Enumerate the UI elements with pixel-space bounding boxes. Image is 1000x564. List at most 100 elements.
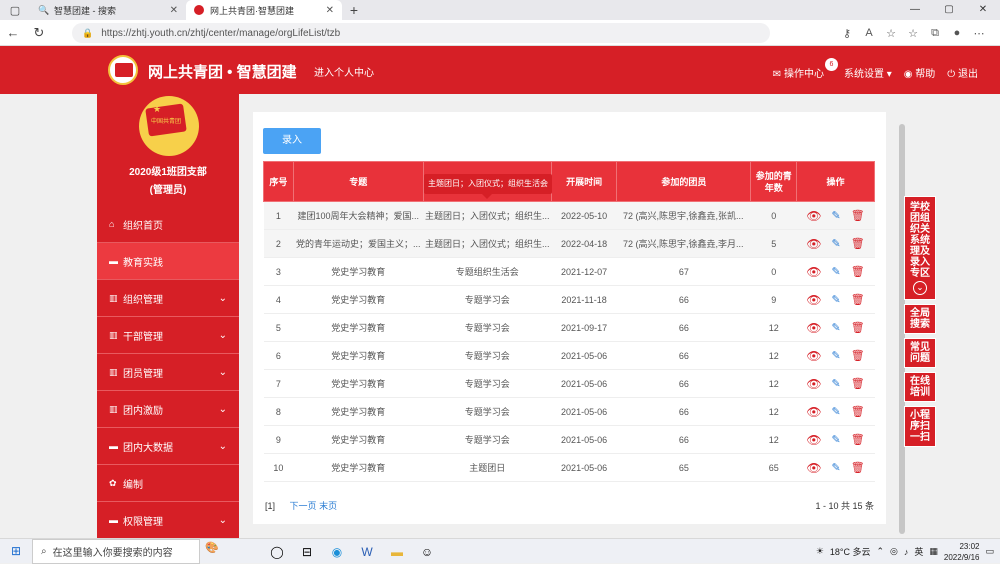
- delete-icon[interactable]: 🗑: [851, 237, 865, 251]
- help-link[interactable]: ◉ 帮助: [904, 65, 936, 80]
- taskbar-search-input[interactable]: ⌕ 在这里输入你要搜索的内容: [32, 538, 200, 564]
- clock[interactable]: 23:02 2022/9/16: [944, 541, 980, 563]
- ime-indicator[interactable]: 英: [914, 545, 923, 558]
- back-icon[interactable]: ←: [0, 25, 26, 40]
- key-icon[interactable]: ⚷: [836, 27, 858, 40]
- online-training-button[interactable]: 在线培训: [904, 372, 936, 402]
- view-icon[interactable]: 👁: [806, 377, 821, 391]
- task-view-icon[interactable]: ◯: [262, 545, 292, 559]
- close-icon[interactable]: ✕: [326, 5, 334, 16]
- weather-text[interactable]: 18°C 多云: [830, 545, 871, 558]
- sidebar-item-members[interactable]: ▥ 团员管理 ⌄: [97, 354, 239, 391]
- sidebar-item-permissions[interactable]: ▬ 权限管理 ⌄: [97, 502, 239, 539]
- ime-mode-icon[interactable]: ▦: [929, 546, 938, 557]
- read-aloud-icon[interactable]: A: [858, 27, 880, 39]
- personal-center-link[interactable]: 进入个人中心: [314, 64, 374, 79]
- row-actions: 👁 ✎ 🗑: [796, 369, 875, 398]
- system-settings-menu[interactable]: 系统设置 ▾: [844, 65, 892, 80]
- view-icon[interactable]: 👁: [806, 237, 821, 251]
- chevron-up-icon[interactable]: ⌃: [876, 546, 884, 557]
- network-icon[interactable]: ◎: [890, 546, 898, 557]
- edit-icon[interactable]: ✎: [832, 405, 841, 419]
- view-icon[interactable]: 👁: [806, 405, 821, 419]
- view-icon[interactable]: 👁: [806, 433, 821, 447]
- minimize-icon[interactable]: —: [898, 0, 932, 20]
- view-icon[interactable]: 👁: [806, 461, 821, 475]
- add-record-button[interactable]: 录入: [263, 128, 321, 154]
- school-org-zone-button[interactable]: 学校团组织关系统理及录入专区 ⌄: [904, 196, 936, 300]
- notification-icon[interactable]: ▭: [985, 546, 994, 557]
- view-icon[interactable]: 👁: [806, 349, 821, 363]
- delete-icon[interactable]: 🗑: [851, 265, 865, 279]
- edit-icon[interactable]: ✎: [832, 377, 841, 391]
- view-icon[interactable]: 👁: [806, 265, 821, 279]
- page-current[interactable]: [1]: [265, 501, 275, 511]
- delete-icon[interactable]: 🗑: [851, 209, 865, 223]
- delete-icon[interactable]: 🗑: [851, 377, 865, 391]
- delete-icon[interactable]: 🗑: [851, 461, 865, 475]
- delete-icon[interactable]: 🗑: [851, 349, 865, 363]
- settings-label: 系统设置: [843, 69, 884, 80]
- users-icon: ▥: [109, 366, 118, 377]
- maximize-icon[interactable]: ▢: [932, 0, 966, 20]
- sidebar-item-cadre[interactable]: ▥ 干部管理 ⌄: [97, 317, 239, 354]
- org-name-text: 2020级1班团支部: [129, 167, 207, 178]
- miniprogram-scan-button[interactable]: 小程序扫一扫: [904, 406, 936, 447]
- file-explorer-icon[interactable]: ▬: [382, 545, 412, 559]
- edit-icon[interactable]: ✎: [832, 349, 841, 363]
- windows-taskbar: ⊞ ⌕ 在这里输入你要搜索的内容 🎨 ◯ ⊟ ◉ W ▬ ☺ ☀ 18°C 多云…: [0, 538, 1000, 564]
- sidebar-item-org[interactable]: ▥ 组织管理 ⌄: [97, 280, 239, 317]
- edit-icon[interactable]: ✎: [832, 237, 841, 251]
- edit-icon[interactable]: ✎: [832, 321, 841, 335]
- edit-icon[interactable]: ✎: [832, 209, 841, 223]
- edit-icon[interactable]: ✎: [832, 265, 841, 279]
- edit-icon[interactable]: ✎: [832, 293, 841, 307]
- more-icon[interactable]: ⋯: [968, 27, 990, 40]
- collections-icon[interactable]: ☆: [902, 27, 924, 40]
- row-actions: 👁 ✎ 🗑: [796, 341, 875, 370]
- new-tab-button[interactable]: +: [342, 0, 366, 20]
- help-icon: ◉: [903, 69, 916, 80]
- edit-icon[interactable]: ✎: [832, 433, 841, 447]
- delete-icon[interactable]: 🗑: [851, 321, 865, 335]
- next-page-link[interactable]: 下一页: [290, 501, 317, 511]
- refresh-icon[interactable]: ↻: [26, 25, 52, 41]
- edit-icon[interactable]: ✎: [832, 461, 841, 475]
- app-avatar-icon[interactable]: ☺: [412, 545, 442, 559]
- word-icon[interactable]: W: [352, 545, 382, 559]
- ops-center-link[interactable]: ✉ 操作中心 6: [773, 58, 838, 80]
- volume-icon[interactable]: ♪: [904, 547, 909, 557]
- faq-button[interactable]: 常见问题: [904, 338, 936, 368]
- logout-link[interactable]: ⏻ 退出: [947, 65, 978, 80]
- browser-tab-zhtj[interactable]: 网上共青团·智慧团建 ✕: [186, 0, 342, 20]
- delete-icon[interactable]: 🗑: [851, 293, 865, 307]
- sidebar-item-staffing[interactable]: ✿ 编制: [97, 465, 239, 502]
- extensions-icon[interactable]: ⧉: [924, 27, 946, 40]
- chevron-down-icon: ⌄: [913, 281, 927, 295]
- sidebar-item-incentive[interactable]: ▥ 团内激励 ⌄: [97, 391, 239, 428]
- view-icon[interactable]: 👁: [806, 209, 821, 223]
- last-page-link[interactable]: 末页: [319, 501, 337, 511]
- sidebar-item-home[interactable]: ⌂ 组织首页: [97, 206, 239, 243]
- table-cell: 67: [616, 257, 751, 286]
- widgets-icon[interactable]: ⊟: [292, 545, 322, 559]
- sidebar-item-bigdata[interactable]: ▬ 团内大数据 ⌄: [97, 428, 239, 465]
- lock-icon: 🔒: [82, 27, 94, 38]
- view-icon[interactable]: 👁: [806, 321, 821, 335]
- delete-icon[interactable]: 🗑: [851, 405, 865, 419]
- tab-actions-icon[interactable]: ▢: [0, 0, 30, 20]
- close-window-icon[interactable]: ✕: [966, 0, 1000, 20]
- view-icon[interactable]: 👁: [806, 293, 821, 307]
- sidebar-item-education[interactable]: ▬ 教育实践: [97, 243, 239, 280]
- edge-icon[interactable]: ◉: [322, 545, 352, 559]
- close-icon[interactable]: ✕: [170, 5, 178, 16]
- delete-icon[interactable]: 🗑: [851, 433, 865, 447]
- table-cell: 1: [263, 201, 294, 230]
- global-search-button[interactable]: 全局搜索: [904, 304, 936, 334]
- profile-icon[interactable]: ●: [946, 27, 968, 39]
- sidebar: ★ 中国共青团 2020级1班团支部 (管理员) ⌂ 组织首页 ▬ 教育实践 ▥ 组织…: [97, 94, 239, 539]
- favorite-icon[interactable]: ☆: [880, 27, 902, 40]
- url-field[interactable]: 🔒 https://zhtj.youth.cn/zhtj/center/mana…: [72, 23, 770, 43]
- windows-start-icon[interactable]: ⊞: [0, 544, 32, 558]
- browser-tab-search[interactable]: 🔍 智慧团建 - 搜索 ✕: [30, 0, 186, 20]
